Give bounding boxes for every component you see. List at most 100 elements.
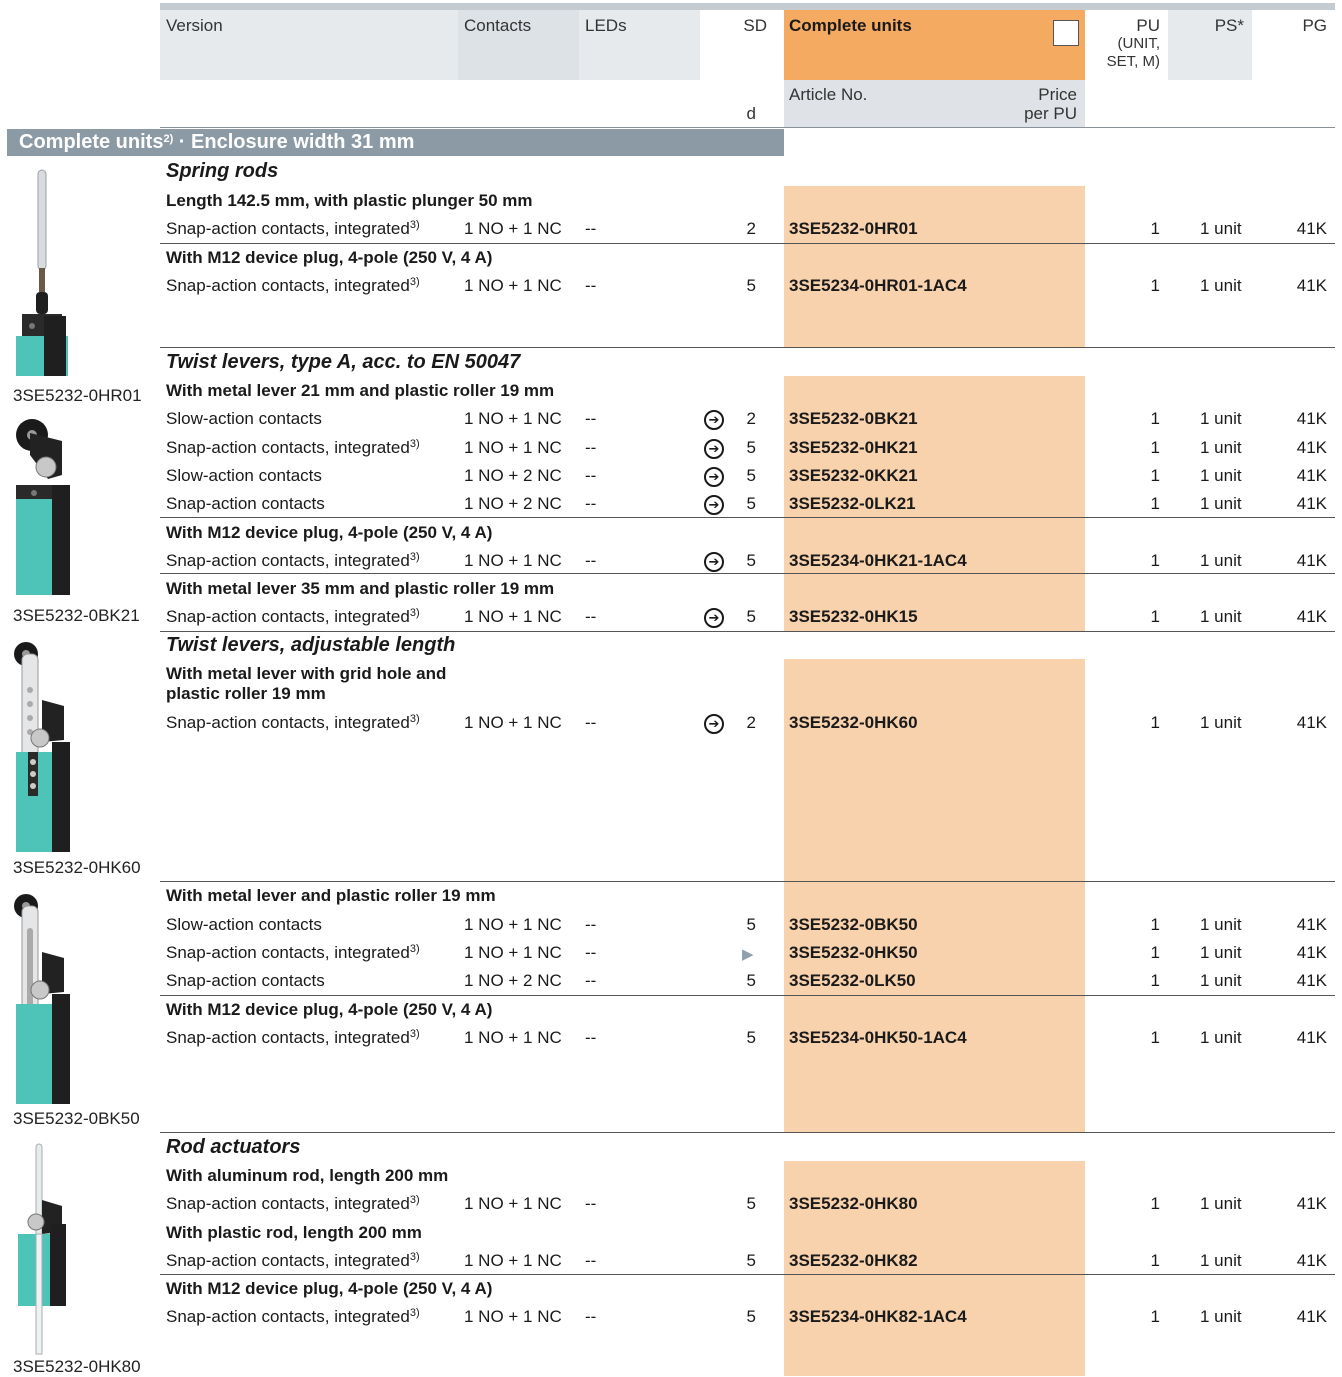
version-text: Snap-action contacts, integrated (166, 1251, 410, 1270)
sd-cell: 5 (746, 551, 756, 570)
subheading: With M12 device plug, 4-pole (250 V, 4 A… (166, 248, 493, 267)
version-cell: Snap-action contacts, integrated3) (166, 438, 420, 458)
ps-cell: 1 unit (1200, 466, 1242, 485)
article-number: 3SE5234-0HR01-1AC4 (789, 276, 967, 295)
version-cell: Snap-action contacts, integrated3) (166, 1028, 420, 1048)
subheading: With M12 device plug, 4-pole (250 V, 4 A… (166, 1279, 493, 1298)
sd-cell: 5 (746, 1307, 756, 1326)
sd-cell: 5 (746, 915, 756, 934)
sd-cell: 5 (746, 1251, 756, 1270)
group-heading: Twist levers, type A, acc. to EN 50047 (166, 351, 521, 373)
article-no-header: Article No. (789, 85, 868, 104)
sd-unit-header: d (746, 104, 756, 123)
image-caption: 3SE5232-0HK80 (13, 1357, 141, 1376)
pu-cell: 1 (1150, 466, 1160, 485)
sd-header: SD (743, 16, 767, 35)
sd-cell: 5 (746, 438, 756, 457)
footnote-ref: 3) (409, 1307, 420, 1319)
pu-cell: 1 (1150, 1028, 1160, 1047)
pg-cell: 41K (1296, 943, 1327, 962)
order-checkbox[interactable] (1053, 20, 1079, 46)
subheading: With M12 device plug, 4-pole (250 V, 4 A… (166, 523, 493, 542)
footnote-ref: 3) (409, 219, 420, 231)
group-heading: Twist levers, adjustable length (166, 634, 456, 656)
ps-cell: 1 unit (1200, 1194, 1242, 1213)
sd-cell: 5 (746, 607, 756, 626)
contacts-header: Contacts (464, 16, 532, 35)
ps-cell: 1 unit (1200, 943, 1242, 962)
article-number: 3SE5232-0HK15 (789, 607, 918, 626)
twist-lever-switch-image (16, 419, 70, 595)
pu-cell: 1 (1150, 1251, 1160, 1270)
pg-cell: 41K (1296, 1194, 1327, 1213)
header-top-bar (160, 3, 1335, 10)
slot-lever-switch-image (14, 894, 70, 1104)
image-caption: 3SE5232-0BK21 (13, 606, 140, 625)
pu-cell: 1 (1150, 551, 1160, 570)
leds-cell: -- (585, 551, 597, 570)
version-cell: Snap-action contacts, integrated3) (166, 1251, 420, 1271)
contacts-cell: 1 NO + 1 NC (464, 943, 562, 962)
pu-cell: 1 (1150, 971, 1160, 990)
version-text: Snap-action contacts, integrated (166, 438, 410, 457)
sd-cell: 2 (746, 713, 756, 732)
leds-cell: -- (585, 1028, 597, 1047)
pg-cell: 41K (1296, 915, 1327, 934)
version-text: Snap-action contacts, integrated (166, 713, 410, 732)
footnote-ref: 3) (409, 943, 420, 955)
ps-cell: 1 unit (1200, 915, 1242, 934)
contacts-cell: 1 NO + 1 NC (464, 713, 562, 732)
version-text: Slow-action contacts (166, 915, 322, 934)
triangle-right-icon: ▶ (742, 946, 754, 963)
rod-actuator-switch-image (18, 1143, 66, 1355)
version-text: Snap-action contacts (166, 971, 325, 990)
pu-cell: 1 (1150, 494, 1160, 513)
pg-cell: 41K (1296, 438, 1327, 457)
article-number: 3SE5232-0HK80 (789, 1194, 918, 1213)
row-divider (160, 347, 1335, 348)
version-cell: Snap-action contacts, integrated3) (166, 1194, 420, 1214)
version-text: Slow-action contacts (166, 466, 322, 485)
article-number: 3SE5232-0BK50 (789, 915, 918, 934)
row-divider (160, 631, 1335, 632)
ps-cell: 1 unit (1200, 494, 1242, 513)
version-cell: Slow-action contacts (166, 915, 322, 935)
ps-cell: 1 unit (1200, 713, 1242, 732)
leds-cell: -- (585, 276, 597, 295)
ps-cell: 1 unit (1200, 438, 1242, 457)
pg-cell: 41K (1296, 1251, 1327, 1270)
row-divider (160, 243, 1335, 244)
article-number: 3SE5232-0KK21 (789, 466, 918, 485)
article-number: 3SE5232-0BK21 (789, 409, 918, 428)
footnote-ref: 3) (409, 1251, 420, 1263)
section-title-sup: 2) (163, 133, 174, 145)
version-cell: Slow-action contacts (166, 466, 322, 486)
ps-cell: 1 unit (1200, 551, 1242, 570)
pu-cell: 1 (1150, 607, 1160, 626)
version-cell: Snap-action contacts, integrated3) (166, 607, 420, 627)
version-text: Snap-action contacts, integrated (166, 1028, 410, 1047)
subheading: With aluminum rod, length 200 mm (166, 1166, 449, 1185)
image-caption: 3SE5232-0HK60 (13, 858, 141, 877)
pg-cell: 41K (1296, 276, 1327, 295)
pu-cell: 1 (1150, 438, 1160, 457)
footnote-ref: 3) (409, 438, 420, 450)
contacts-cell: 1 NO + 2 NC (464, 971, 562, 990)
version-cell: Slow-action contacts (166, 409, 322, 429)
subheading: plastic roller 19 mm (166, 684, 326, 703)
leds-cell: -- (585, 466, 597, 485)
leds-cell: -- (585, 713, 597, 732)
leds-cell: -- (585, 1251, 597, 1270)
contacts-cell: 1 NO + 1 NC (464, 1194, 562, 1213)
contacts-cell: 1 NO + 1 NC (464, 219, 562, 238)
version-text: Snap-action contacts, integrated (166, 607, 410, 626)
section-title: Complete units2) · Enclosure width 31 mm (7, 129, 784, 156)
row-divider (160, 995, 1335, 996)
sd-cell: 5 (746, 276, 756, 295)
leds-cell: -- (585, 494, 597, 513)
leds-header: LEDs (585, 16, 627, 35)
contacts-cell: 1 NO + 1 NC (464, 438, 562, 457)
ps-cell: 1 unit (1200, 607, 1242, 626)
pu-cell: 1 (1150, 409, 1160, 428)
ps-cell: 1 unit (1200, 409, 1242, 428)
